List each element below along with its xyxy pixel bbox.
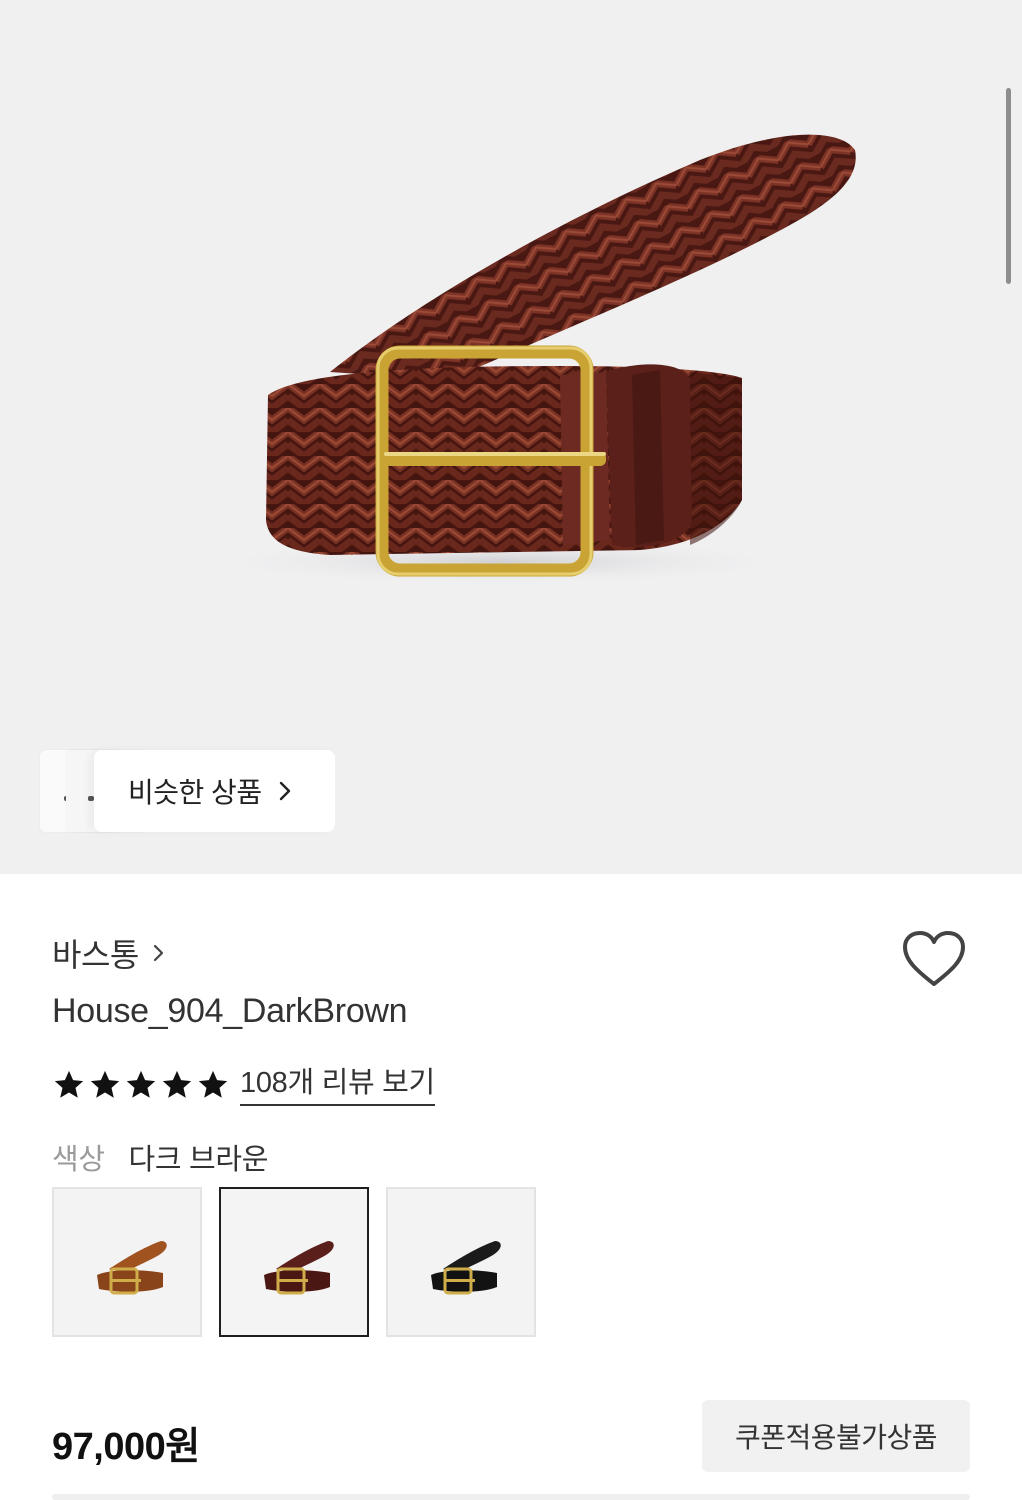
heart-icon[interactable] [902,930,966,988]
swatch-black[interactable] [386,1187,536,1337]
product-name: House_904_DarkBrown [52,992,408,1030]
review-link[interactable]: 108개 리뷰 보기 [240,1064,435,1106]
selected-color-value: 다크 브라운 [128,1144,269,1176]
brand-link[interactable]: 바스통 [52,930,165,976]
coupon-unavailable-badge: 쿠폰적용불가상품 [702,1400,970,1472]
product-price: 97,000원 [52,1426,200,1468]
belt-thumbnail-image [431,1241,501,1295]
swatch-dark-brown[interactable] [219,1187,369,1337]
belt-thumbnail-image [264,1241,334,1295]
color-swatches [52,1187,536,1337]
braided-belt-image [200,134,856,586]
color-label: 색상 [52,1144,105,1176]
star-icon [198,1070,228,1098]
chevron-right-icon [279,781,290,801]
swatch-tan-brown[interactable] [52,1187,202,1337]
star-icon [54,1070,84,1098]
color-option-row: 색상 다크 브라운 [52,1136,269,1178]
similar-products-button[interactable]: 비슷한 상품 [94,750,335,832]
chevron-right-icon [153,944,163,962]
similar-products-label: 비슷한 상품 [128,777,262,808]
star-icon [162,1070,192,1098]
belt-thumbnail-image [97,1241,167,1295]
product-image-area[interactable]: 비슷한 상품 [0,0,1022,874]
scrollbar[interactable] [1006,88,1011,284]
star-rating [52,1068,230,1102]
brand-name: 바스통 [52,937,139,973]
star-icon [90,1070,120,1098]
divider [52,1494,970,1500]
star-icon [126,1070,156,1098]
rating-row: 108개 리뷰 보기 [52,1064,435,1106]
